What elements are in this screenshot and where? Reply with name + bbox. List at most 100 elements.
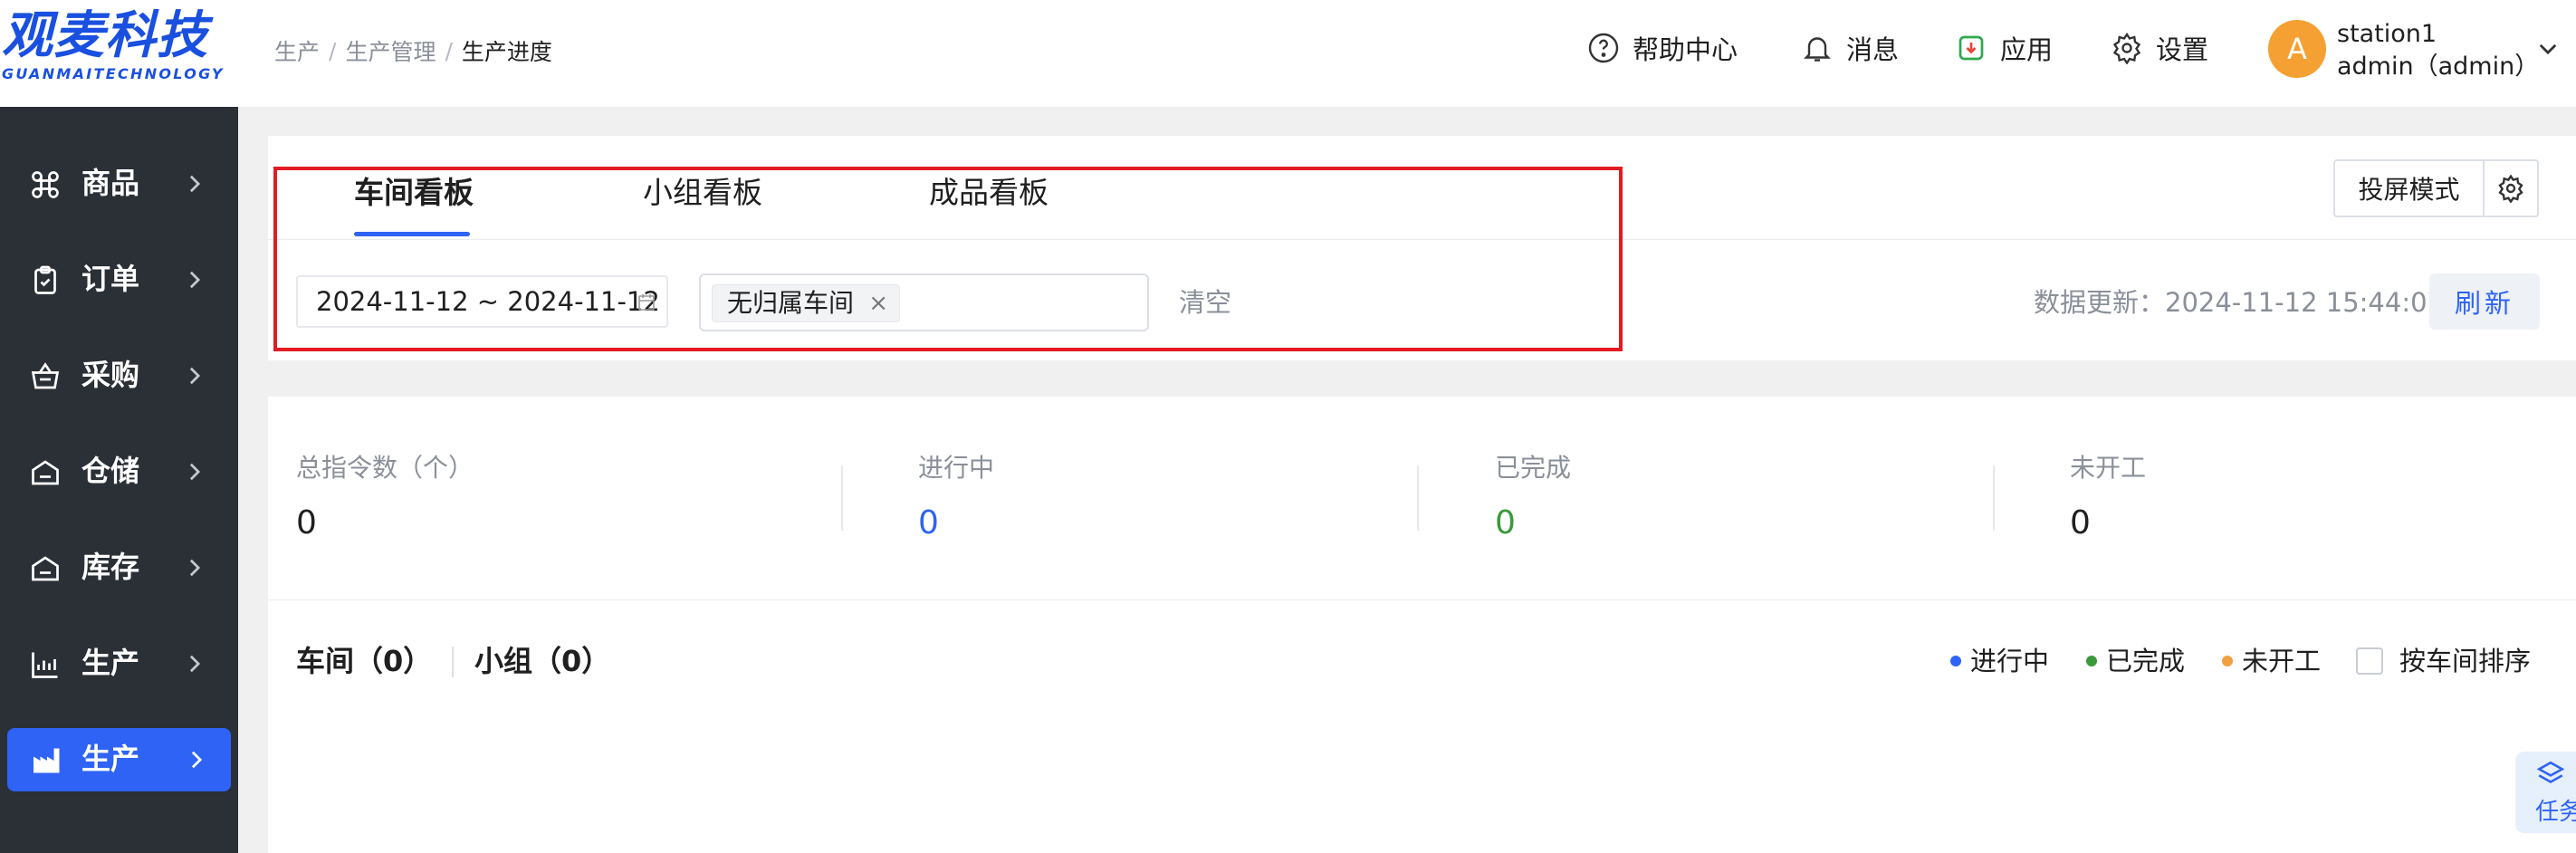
sidebar-item-label: 库存 <box>81 550 140 584</box>
divider <box>1993 465 1995 531</box>
chevron-right-icon <box>191 751 203 769</box>
gear-icon <box>2112 32 2141 64</box>
sidebar-nav: 商品 订单 采购 仓储 库存 生产 生产 <box>0 136 238 791</box>
user-name: station1 <box>2337 20 2437 48</box>
selected-tag-label: 无归属车间 <box>727 288 855 318</box>
breadcrumb-current: 生产进度 <box>461 39 552 65</box>
logo[interactable]: 观麦科技 GUANMAITECHNOLOGY <box>0 0 238 107</box>
chevron-right-icon <box>189 367 201 385</box>
divider <box>268 599 2576 600</box>
warehouse-icon <box>32 460 59 485</box>
stat-total: 总指令数（个） 0 <box>296 451 474 543</box>
avatar[interactable]: A <box>2268 20 2326 78</box>
help-icon <box>1588 33 1619 63</box>
divider <box>268 239 2576 240</box>
sidebar-item-label: 商品 <box>81 166 140 200</box>
chevron-right-icon <box>189 655 201 673</box>
clipboard-icon <box>34 265 56 294</box>
apps-button[interactable]: 应用 <box>1955 29 2053 67</box>
tab-workshop-board[interactable]: 车间看板 <box>354 172 474 214</box>
legend-label: 进行中 <box>1970 646 2050 676</box>
legend-dot <box>1950 656 1961 666</box>
divider <box>1417 465 1419 531</box>
user-role: admin（admin） <box>2337 53 2540 81</box>
tab-product-board[interactable]: 成品看板 <box>929 172 1049 214</box>
sidebar-item-inventory[interactable]: 库存 <box>0 520 238 616</box>
chevron-right-icon <box>189 175 201 193</box>
workshop-count-tab[interactable]: 车间（0） <box>296 641 432 681</box>
workshop-select[interactable]: 无归属车间 × <box>699 273 1149 331</box>
gear-icon <box>2498 174 2523 203</box>
stat-label: 总指令数（个） <box>296 453 474 483</box>
legend-completed: 已完成 <box>2086 643 2185 679</box>
sidebar-item-label: 生产 <box>81 646 140 680</box>
legend-not-started: 未开工 <box>2222 643 2321 679</box>
task-label: 任务 <box>2535 799 2576 826</box>
tab-team-board[interactable]: 小组看板 <box>643 172 762 214</box>
stat-in-progress: 进行中 0 <box>918 451 994 543</box>
chevron-right-icon <box>189 271 201 289</box>
chevron-down-icon[interactable] <box>2538 40 2558 58</box>
chevron-right-icon <box>189 559 201 577</box>
messages-button[interactable]: 消息 <box>1801 29 1899 67</box>
sidebar-item-production[interactable]: 生产 <box>0 616 238 712</box>
screen-mode-button[interactable]: 投屏模式 <box>2333 159 2485 217</box>
stat-not-started: 未开工 0 <box>2070 451 2146 543</box>
sidebar-item-storage[interactable]: 仓储 <box>0 424 238 520</box>
sidebar-item-label: 订单 <box>81 262 140 296</box>
chevron-right-icon <box>189 463 201 481</box>
production-chart-icon <box>32 652 58 678</box>
clear-button[interactable]: 清空 <box>1179 286 1231 319</box>
sort-by-workshop-checkbox[interactable]: 按车间排序 <box>2356 643 2531 679</box>
breadcrumb-item[interactable]: 生产管理 <box>345 34 436 67</box>
active-tab-indicator <box>354 232 470 236</box>
logo-text: 观麦科技 <box>2 6 208 65</box>
legend-in-progress: 进行中 <box>1950 643 2049 679</box>
divider <box>452 647 454 677</box>
help-center-button[interactable]: 帮助中心 <box>1587 29 1738 67</box>
data-update-time: 数据更新：2024-11-12 15:44:07 <box>2034 287 2444 318</box>
sidebar-item-label: 仓储 <box>81 454 140 488</box>
sidebar-item-label: 采购 <box>81 358 140 392</box>
apps-label: 应用 <box>2000 34 2054 65</box>
stat-completed: 已完成 0 <box>1495 451 1571 543</box>
legend-label: 未开工 <box>2242 646 2322 676</box>
bell-icon <box>1804 37 1831 62</box>
checkbox-label: 按车间排序 <box>2399 646 2532 676</box>
stat-label: 未开工 <box>2070 453 2147 483</box>
stat-value: 0 <box>918 504 939 542</box>
divider <box>841 465 843 531</box>
sidebar-item-orders[interactable]: 订单 <box>0 232 238 328</box>
sidebar-item-purchase[interactable]: 采购 <box>0 328 238 424</box>
command-icon <box>32 171 59 198</box>
close-icon[interactable]: × <box>868 285 888 321</box>
help-center-label: 帮助中心 <box>1633 34 1738 65</box>
date-range-value: 2024-11-12 ~ 2024-11-12 <box>316 286 660 317</box>
checkbox[interactable] <box>2356 647 2383 675</box>
selected-tag: 无归属车间 × <box>712 284 901 322</box>
sidebar: 观麦科技 GUANMAITECHNOLOGY 商品 订单 采购 仓储 库存 生产… <box>0 0 238 853</box>
sidebar-item-label: 生产 <box>81 742 140 776</box>
calendar-icon <box>638 294 655 311</box>
date-range-picker[interactable]: 2024-11-12 ~ 2024-11-12 <box>296 275 668 328</box>
top-header: 生产 / 生产管理 / 生产进度 帮助中心 消息 应用 设置 A station… <box>238 0 2576 107</box>
settings-label: 设置 <box>2156 34 2209 65</box>
refresh-button[interactable]: 刷新 <box>2429 273 2540 330</box>
sidebar-item-production-active[interactable]: 生产 <box>7 728 231 791</box>
board-filter-card: 车间看板 小组看板 成品看板 投屏模式 2024-11-12 ~ 2024-11… <box>268 136 2576 360</box>
sidebar-item-products[interactable]: 商品 <box>0 136 238 232</box>
legend-dot <box>2086 656 2097 666</box>
stat-value: 0 <box>2070 504 2091 542</box>
stat-value: 0 <box>296 504 317 542</box>
task-float-button[interactable]: 任务 <box>2515 752 2576 833</box>
breadcrumb-item[interactable]: 生产 <box>274 34 320 67</box>
breadcrumb-separator: / <box>329 37 337 64</box>
board-settings-button[interactable] <box>2483 159 2539 217</box>
app-download-icon <box>1958 35 1984 61</box>
breadcrumb: 生产 / 生产管理 / 生产进度 <box>274 34 552 67</box>
legend-dot <box>2222 656 2233 666</box>
messages-label: 消息 <box>1846 34 1900 65</box>
team-count-tab[interactable]: 小组（0） <box>474 641 610 681</box>
settings-button[interactable]: 设置 <box>2111 29 2208 67</box>
factory-icon <box>34 748 60 773</box>
